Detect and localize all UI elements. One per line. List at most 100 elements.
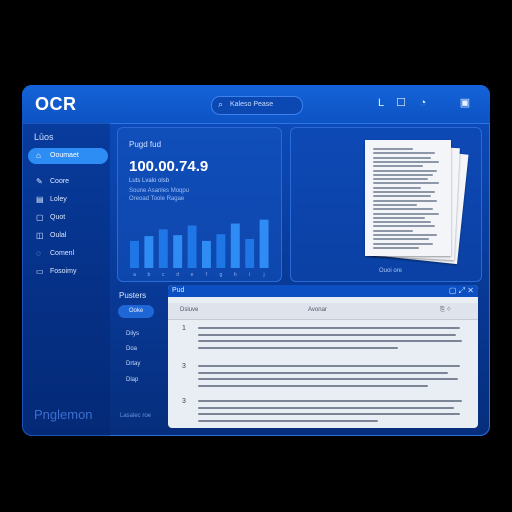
document-page[interactable] <box>365 140 451 256</box>
text-line <box>198 378 458 380</box>
text-line <box>373 156 431 159</box>
text-line <box>373 148 413 150</box>
chat-icon: ◌ <box>36 249 41 258</box>
text-line <box>373 208 433 211</box>
text-line <box>373 216 425 219</box>
brand-watermark: Pnglemon <box>34 407 93 422</box>
text-line <box>373 203 417 206</box>
text-line <box>373 199 437 202</box>
text-line <box>198 333 456 336</box>
chart-bar <box>144 236 154 268</box>
paragraph-number: 1 <box>182 325 186 332</box>
result-title: Pud <box>172 287 185 294</box>
text-line <box>373 173 433 176</box>
stats-title: Pugd fud <box>129 140 162 149</box>
result-paragraph: 3 <box>168 363 478 393</box>
phone-icon[interactable]: L <box>374 96 388 110</box>
filter-item[interactable]: Dlap <box>126 377 138 383</box>
filter-button[interactable]: Ooke <box>118 305 154 318</box>
chart-tick-label: a <box>133 272 136 278</box>
text-line <box>373 221 431 224</box>
stats-line: Oreoad Toole Ragae <box>129 196 185 202</box>
text-line <box>198 384 428 387</box>
edit-icon: ✎ <box>36 177 43 186</box>
stats-card: Pugd fud 100.00.74.9 Luts Lvalo olsb Sou… <box>117 127 282 282</box>
text-line <box>373 242 433 245</box>
text-line <box>373 152 435 155</box>
chart-tick-label: g <box>219 272 222 278</box>
sidebar: Lūos ⌂ Ooumaet ✎ Coore ▤ Loley ▢ Quot ◫ … <box>22 123 110 436</box>
sidebar-item-label: Quot <box>50 214 66 221</box>
folder-icon: ▭ <box>36 267 44 276</box>
chart-bar <box>259 219 269 268</box>
chart-tick-label: d <box>176 272 179 278</box>
doc-icon: ▢ <box>36 213 44 222</box>
stats-line: Soune Asanles Moqpu <box>129 188 190 194</box>
search-input[interactable]: Kaleso Pease <box>230 101 273 108</box>
sidebar-item-label: Comenl <box>50 250 75 257</box>
document-preview-card: Ouoi ore <box>290 127 482 282</box>
text-line <box>198 406 454 409</box>
sidebar-item-3[interactable]: ▤ Loley <box>28 192 108 208</box>
sidebar-title: Lūos <box>34 132 54 142</box>
paragraph-number: 3 <box>182 398 186 405</box>
window-controls-icon[interactable]: ▢ ⤢ ✕ <box>449 286 474 296</box>
filter-title: Pusters <box>119 291 147 300</box>
text-line <box>373 182 439 185</box>
app-window: OCR ⌕ Kaleso Pease L ☐ ◔ ▣ Lūos ⌂ Ooumae… <box>22 85 490 436</box>
text-line <box>373 191 435 193</box>
chart-tick-label: j <box>263 272 265 278</box>
text-line <box>373 225 435 228</box>
sidebar-item-5[interactable]: ◫ Oulal <box>28 228 108 244</box>
result-tabs: Dsluve Avonar ⎘ ♢ <box>168 303 478 320</box>
bar-chart: a b c d e f g h i j <box>130 219 269 278</box>
chart-tick-label: h <box>234 272 237 278</box>
chart-tick-label: f <box>206 272 208 278</box>
stats-value: 100.00.74.9 <box>129 158 209 175</box>
chart-tick-label: b <box>147 272 150 278</box>
text-line <box>373 246 419 249</box>
stats-subtitle: Luts Lvalo olsb <box>129 178 170 184</box>
sidebar-item-7[interactable]: ▭ Fosoimy <box>28 264 108 280</box>
text-line <box>198 365 460 367</box>
copy-icon[interactable]: ⎘ ♢ <box>440 307 451 314</box>
ocr-result-panel: Pud ▢ ⤢ ✕ Dsluve Avonar ⎘ ♢ 1 3 3 <box>168 285 478 428</box>
sidebar-item-document[interactable]: ⌂ Ooumaet <box>28 148 108 164</box>
text-line <box>198 346 398 349</box>
search-box[interactable]: ⌕ Kaleso Pease <box>211 96 303 115</box>
chart-bar <box>216 234 226 268</box>
sidebar-item-label: Coore <box>50 178 70 185</box>
text-line <box>373 169 437 172</box>
home-icon: ⌂ <box>36 151 41 160</box>
result-header: Pud ▢ ⤢ ✕ <box>168 285 478 297</box>
tab-original[interactable]: Dsluve <box>180 307 198 313</box>
file-icon: ▤ <box>36 195 44 204</box>
text-line <box>373 165 423 168</box>
settings-icon[interactable]: ◔ <box>416 96 430 110</box>
window-icon[interactable]: ☐ <box>394 96 408 110</box>
text-line <box>198 327 460 329</box>
text-line <box>198 371 448 374</box>
filter-item[interactable]: Drtay <box>126 361 140 367</box>
text-line <box>373 212 439 215</box>
result-paragraph: 3 <box>168 398 478 428</box>
sidebar-item-label: Loley <box>50 196 67 203</box>
sidebar-item-6[interactable]: ◌ Comenl <box>28 246 108 262</box>
sidebar-item-2[interactable]: ✎ Coore <box>28 174 108 190</box>
filter-item[interactable]: Dilys <box>126 331 139 337</box>
text-line <box>373 160 439 163</box>
chart-bar <box>230 223 240 268</box>
paragraph-number: 3 <box>182 363 186 370</box>
sidebar-item-4[interactable]: ▢ Quot <box>28 210 108 226</box>
chart-tick-label: c <box>162 272 165 278</box>
chart-bar <box>130 240 139 268</box>
text-line <box>198 413 460 415</box>
text-line <box>373 238 429 241</box>
image-icon: ◫ <box>36 231 44 240</box>
tab-answer[interactable]: Avonar <box>308 307 327 313</box>
filter-panel: Pusters Ooke Dilys Doa Drtay Dlap <box>114 291 169 436</box>
filter-item[interactable]: Doa <box>126 346 137 352</box>
profile-icon[interactable]: ▣ <box>458 96 472 110</box>
search-icon: ⌕ <box>218 99 224 109</box>
text-line <box>373 178 428 181</box>
